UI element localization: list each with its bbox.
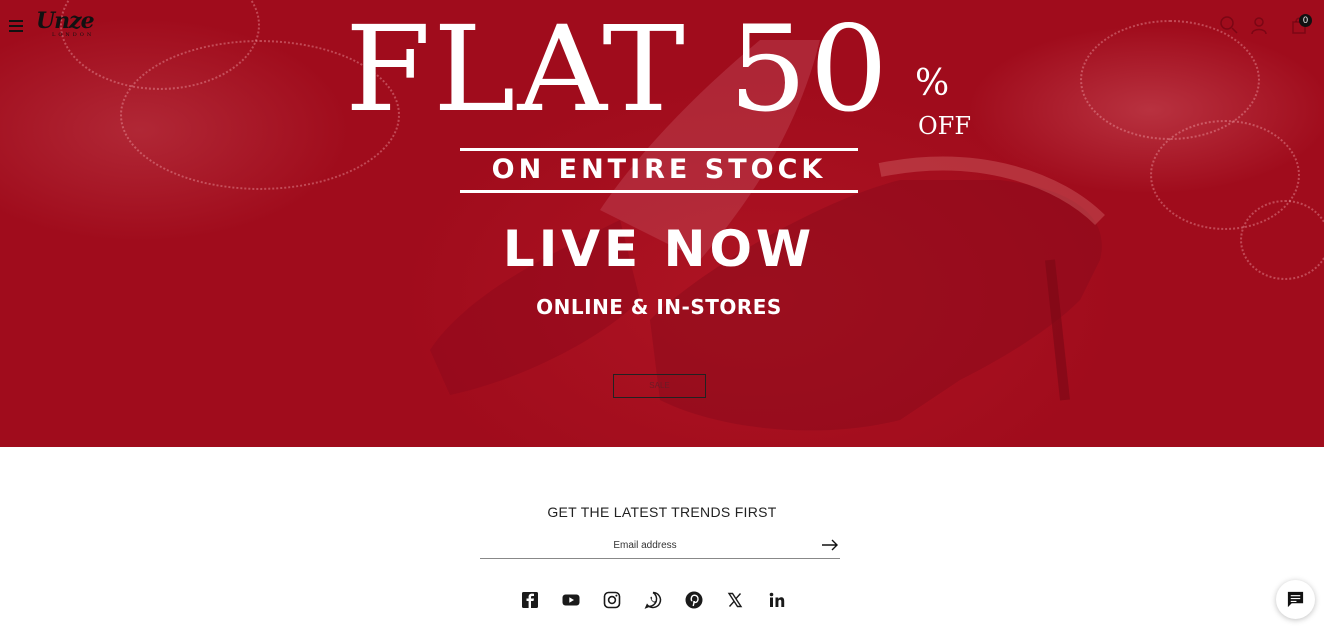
- user-icon[interactable]: [1248, 14, 1270, 36]
- hero-banner[interactable]: FLAT 50 % OFF ON ENTIRE STOCK LIVE NOW O…: [0, 0, 1324, 447]
- logo-text: Unze: [36, 8, 95, 34]
- logo[interactable]: Unze LONDON: [36, 8, 95, 38]
- search-icon[interactable]: [1218, 14, 1240, 36]
- facebook-icon[interactable]: [520, 590, 540, 610]
- divider: [460, 190, 858, 193]
- headline-percent: %: [915, 63, 950, 104]
- newsletter-title: GET THE LATEST TRENDS FIRST: [547, 504, 777, 520]
- arrow-right-icon[interactable]: [820, 535, 840, 555]
- page: FLAT 50 % OFF ON ENTIRE STOCK LIVE NOW O…: [0, 0, 1324, 634]
- x-icon[interactable]: [725, 590, 745, 610]
- site-header: Unze LONDON 0: [0, 0, 1324, 50]
- headline-off: OFF: [918, 112, 971, 140]
- chat-button[interactable]: [1276, 580, 1315, 619]
- instagram-icon[interactable]: [602, 590, 622, 610]
- newsletter-form: [480, 533, 840, 559]
- pinterest-icon[interactable]: [684, 590, 704, 610]
- whatsapp-icon[interactable]: [643, 590, 663, 610]
- youtube-icon[interactable]: [561, 590, 581, 610]
- cart-count-badge[interactable]: 0: [1299, 14, 1312, 27]
- headline-channels: ONLINE & IN-STORES: [536, 295, 782, 319]
- logo-sub: LONDON: [52, 32, 95, 38]
- sale-button[interactable]: SALE: [613, 374, 706, 398]
- linkedin-icon[interactable]: [767, 590, 787, 610]
- email-input[interactable]: [480, 533, 810, 557]
- hamburger-icon[interactable]: [9, 20, 23, 32]
- headline-stock: ON ENTIRE STOCK: [491, 154, 827, 185]
- chat-icon: [1287, 591, 1304, 608]
- headline-live: LIVE NOW: [502, 220, 816, 278]
- divider: [460, 148, 858, 151]
